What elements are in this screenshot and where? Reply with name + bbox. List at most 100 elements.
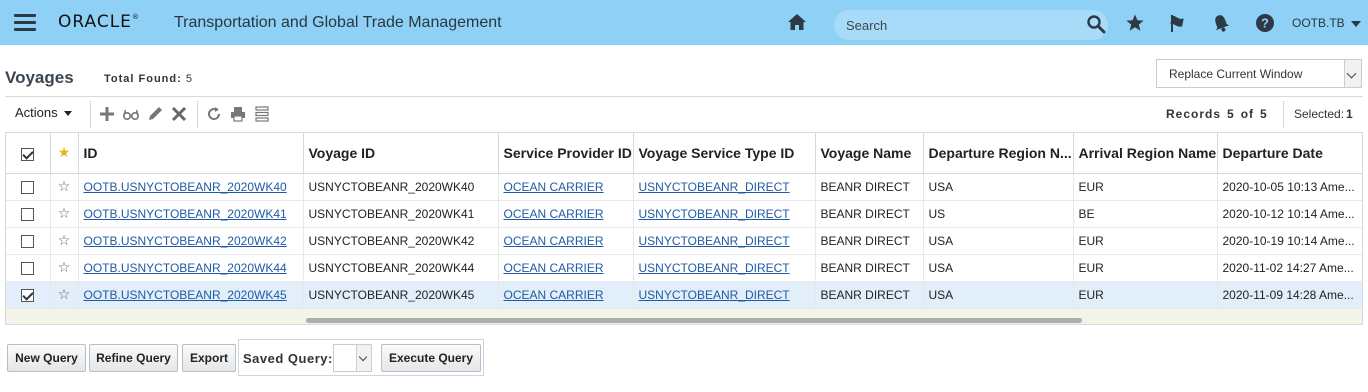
table-row[interactable]: ☆ OOTB.USNYCTOBEANR_2020WK42 USNYCTOBEAN… [6,227,1362,255]
logo-mark: ® [131,13,140,21]
select-all-checkbox[interactable] [21,147,35,161]
star-outline-icon[interactable]: ☆ [58,286,71,302]
star-icon[interactable]: ★ [58,144,71,160]
column-header-service-provider-id[interactable]: Service Provider ID [498,133,634,174]
search-icon[interactable] [1086,14,1106,34]
row-checkbox[interactable] [21,288,35,302]
arrival-region-cell: EUR [1073,254,1218,282]
refresh-icon[interactable] [205,105,223,123]
service-type-link[interactable]: USNYCTOBEANR_DIRECT [639,234,790,248]
horizontal-scrollbar[interactable] [306,318,1082,323]
departure-region-cell: USA [923,281,1074,309]
row-checkbox[interactable] [21,261,35,275]
list-icon[interactable] [253,105,271,123]
row-checkbox[interactable] [21,180,35,194]
flag-icon[interactable] [1168,13,1188,33]
export-button[interactable]: Export [182,344,236,372]
service-type-link[interactable]: USNYCTOBEANR_DIRECT [639,261,790,275]
search-input[interactable] [846,16,1076,34]
column-header-voyage-name[interactable]: Voyage Name [815,133,924,174]
column-header-voyage-id[interactable]: Voyage ID [303,133,499,174]
column-header-departure-region[interactable]: Departure Region N... [923,133,1074,174]
star-outline-icon[interactable]: ☆ [58,259,71,275]
row-favorite-cell: ☆ [50,200,79,228]
table-row[interactable]: ☆ OOTB.USNYCTOBEANR_2020WK44 USNYCTOBEAN… [6,254,1362,282]
top-header: ORACLE® Transportation and Global Trade … [0,0,1368,45]
provider-link[interactable]: OCEAN CARRIER [504,180,604,194]
id-link[interactable]: OOTB.USNYCTOBEANR_2020WK42 [84,234,287,248]
home-icon[interactable] [787,12,807,32]
toolbar-divider [1283,101,1284,128]
provider-link[interactable]: OCEAN CARRIER [504,207,604,221]
table-row[interactable]: ☆ OOTB.USNYCTOBEANR_2020WK41 USNYCTOBEAN… [6,200,1362,228]
selected-value: 1 [1346,107,1353,121]
saved-query-select[interactable] [333,344,372,372]
id-link[interactable]: OOTB.USNYCTOBEANR_2020WK45 [84,288,287,302]
help-icon[interactable]: ? [1255,13,1275,33]
column-header-id[interactable]: ID [78,133,304,174]
pencil-icon[interactable] [146,105,164,123]
voyage-name-cell: BEANR DIRECT [815,200,924,228]
provider-cell: OCEAN CARRIER [498,281,634,309]
execute-query-button[interactable]: Execute Query [381,344,481,372]
records-current: 5 [1227,107,1235,121]
provider-cell: OCEAN CARRIER [498,227,634,255]
service-type-link[interactable]: USNYCTOBEANR_DIRECT [639,180,790,194]
table-header-row: ★ ID Voyage ID Service Provider ID Voyag… [6,133,1362,174]
total-found: Total Found: 5 [104,73,193,85]
row-select-cell [6,227,51,255]
actions-menu-button[interactable]: Actions [15,105,72,120]
star-outline-icon[interactable]: ☆ [58,205,71,221]
plus-icon[interactable] [98,105,116,123]
new-query-button[interactable]: New Query [7,344,86,372]
column-header-arrival-region[interactable]: Arrival Region Name [1073,133,1218,174]
hamburger-icon[interactable] [14,14,36,32]
chevron-down-icon[interactable] [356,345,371,371]
row-select-cell [6,173,51,201]
window-mode-select[interactable]: Replace Current Window [1156,59,1362,88]
records-of: of [1240,107,1255,121]
column-header-departure-date[interactable]: Departure Date [1217,133,1362,174]
row-select-cell [6,254,51,282]
refine-query-button[interactable]: Refine Query [89,344,178,372]
row-favorite-cell: ☆ [50,173,79,201]
provider-link[interactable]: OCEAN CARRIER [504,288,604,302]
id-cell: OOTB.USNYCTOBEANR_2020WK42 [78,227,304,255]
departure-region-cell: USA [923,173,1074,201]
table-row-selected[interactable]: ☆ OOTB.USNYCTOBEANR_2020WK45 USNYCTOBEAN… [6,281,1362,309]
service-type-cell: USNYCTOBEANR_DIRECT [633,254,816,282]
voyage-id-cell: USNYCTOBEANR_2020WK42 [303,227,499,255]
provider-link[interactable]: OCEAN CARRIER [504,261,604,275]
star-outline-icon[interactable]: ☆ [58,178,71,194]
print-icon[interactable] [229,105,247,123]
user-menu[interactable]: OOTB.TB [1292,16,1361,30]
row-select-cell [6,281,51,309]
row-checkbox[interactable] [21,207,35,221]
row-favorite-cell: ☆ [50,227,79,255]
provider-cell: OCEAN CARRIER [498,200,634,228]
provider-link[interactable]: OCEAN CARRIER [504,234,604,248]
service-type-link[interactable]: USNYCTOBEANR_DIRECT [639,207,790,221]
bell-icon[interactable] [1211,13,1231,33]
total-found-label: Total Found: [104,73,182,85]
glasses-icon[interactable] [122,105,140,123]
row-checkbox[interactable] [21,234,35,248]
voyage-name-cell: BEANR DIRECT [815,173,924,201]
voyages-grid: ★ ID Voyage ID Service Provider ID Voyag… [5,132,1363,325]
close-icon[interactable] [170,105,188,123]
star-icon[interactable] [1125,13,1145,33]
star-outline-icon[interactable]: ☆ [58,232,71,248]
id-link[interactable]: OOTB.USNYCTOBEANR_2020WK40 [84,180,287,194]
id-link[interactable]: OOTB.USNYCTOBEANR_2020WK44 [84,261,287,275]
table-row[interactable]: ☆ OOTB.USNYCTOBEANR_2020WK40 USNYCTOBEAN… [6,173,1362,201]
voyage-name-cell: BEANR DIRECT [815,254,924,282]
id-link[interactable]: OOTB.USNYCTOBEANR_2020WK41 [84,207,287,221]
selected-label: Selected: [1294,107,1345,121]
column-header-voyage-service-type-id[interactable]: Voyage Service Type ID [633,133,816,174]
voyage-name-cell: BEANR DIRECT [815,281,924,309]
voyage-id-cell: USNYCTOBEANR_2020WK41 [303,200,499,228]
records-total: 5 [1260,107,1268,121]
chevron-down-icon[interactable] [1344,60,1361,87]
provider-cell: OCEAN CARRIER [498,254,634,282]
service-type-link[interactable]: USNYCTOBEANR_DIRECT [639,288,790,302]
